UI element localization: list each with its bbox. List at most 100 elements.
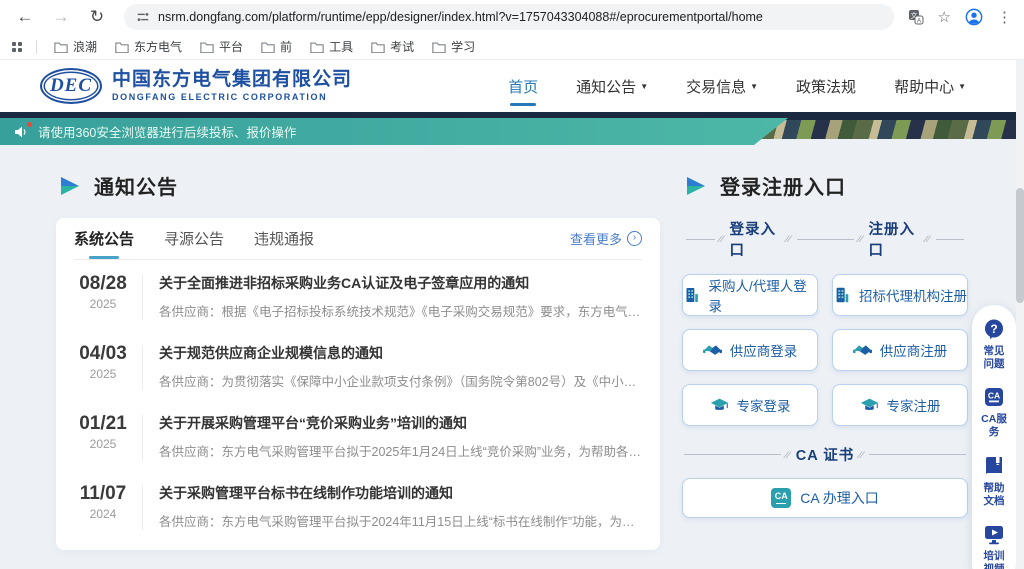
floating-side-menu: ? 常见问题 CA CA服务 bbox=[972, 305, 1016, 569]
notice-list-item[interactable]: 11/07 2024 关于采购管理平台标书在线制作功能培训的通知 各供应商：东方… bbox=[74, 470, 642, 540]
divider bbox=[142, 275, 143, 320]
notice-desc: 各供应商：根据《电子招标投标系统技术规范》《电子采购交易规范》要求，东方电气采购… bbox=[159, 301, 642, 320]
nav-home[interactable]: 首页 bbox=[508, 76, 538, 97]
supplier-register-button[interactable]: 供应商注册 bbox=[832, 329, 968, 371]
reload-button[interactable]: ↻ bbox=[84, 4, 110, 30]
divider bbox=[142, 345, 143, 390]
chevron-down-icon: ▼ bbox=[750, 82, 758, 91]
svg-text:A: A bbox=[916, 18, 921, 25]
dec-logo-oval: DEC bbox=[40, 68, 102, 104]
chevron-down-icon: ▼ bbox=[640, 82, 648, 91]
bookmark-star-icon[interactable]: ☆ bbox=[938, 8, 951, 26]
help-doc-icon bbox=[982, 454, 1006, 478]
site-settings-icon[interactable] bbox=[136, 10, 150, 24]
divider bbox=[142, 485, 143, 530]
building-icon bbox=[833, 286, 851, 304]
notice-desc: 各供应商：为贯彻落实《保障中小企业款项支付条例》（国务院令第802号）及《中小企… bbox=[159, 371, 642, 390]
notice-list-item[interactable]: 08/28 2025 关于全面推进非招标采购业务CA认证及电子签章应用的通知 各… bbox=[74, 260, 642, 330]
notice-list-item[interactable]: 04/03 2025 关于规范供应商企业规模信息的通知 各供应商：为贯彻落实《保… bbox=[74, 330, 642, 400]
purchaser-agent-login-button[interactable]: 采购人/代理人登录 bbox=[682, 274, 818, 316]
expert-register-button[interactable]: 专家注册 bbox=[832, 384, 968, 426]
notice-date: 01/21 2025 bbox=[74, 413, 132, 451]
ca-icon: CA bbox=[982, 385, 1006, 409]
bookmark-folder[interactable]: 平台 bbox=[200, 38, 243, 55]
ca-service-shortcut[interactable]: CA CA服务 bbox=[972, 385, 1016, 439]
nav-policies[interactable]: 政策法规 bbox=[796, 76, 856, 97]
handshake-icon bbox=[703, 342, 722, 359]
bookmark-folder[interactable]: 浪潮 bbox=[54, 38, 97, 55]
chrome-menu-icon[interactable]: ⋮ bbox=[997, 8, 1012, 26]
bidding-agency-register-button[interactable]: 招标代理机构注册 bbox=[832, 274, 968, 316]
site-header: DEC 中国东方电气集团有限公司 DONGFANG ELECTRIC CORPO… bbox=[0, 60, 1024, 112]
bookmark-folder[interactable]: 学习 bbox=[432, 38, 475, 55]
notice-title[interactable]: 关于开展采购管理平台“竞价采购业务”培训的通知 bbox=[159, 413, 642, 433]
login-group-label: ⁄⁄ 登录入口 ⁄⁄ bbox=[686, 218, 825, 260]
section-title: 通知公告 bbox=[94, 171, 178, 200]
tab-system-notices[interactable]: 系统公告 bbox=[74, 218, 134, 259]
section-title: 登录注册入口 bbox=[720, 171, 846, 200]
divider bbox=[142, 415, 143, 460]
notice-date: 11/07 2024 bbox=[74, 483, 132, 521]
browser-toolbar: ← → ↻ nsrm.dongfang.com/platform/runtime… bbox=[0, 0, 1024, 34]
view-more-link[interactable]: 查看更多 › bbox=[570, 229, 642, 248]
help-docs-shortcut[interactable]: 帮助文档 bbox=[972, 454, 1016, 508]
ca-group-label: ⁄⁄ CA 证书 ⁄⁄ bbox=[684, 444, 966, 465]
group-labels: ⁄⁄ 登录入口 ⁄⁄ ⁄⁄ 注册入口 ⁄⁄ bbox=[686, 218, 964, 260]
notice-title[interactable]: 关于采购管理平台标书在线制作功能培训的通知 bbox=[159, 483, 642, 503]
login-section-header: 登录注册入口 bbox=[686, 171, 968, 200]
notice-title[interactable]: 关于规范供应商企业规模信息的通知 bbox=[159, 343, 642, 363]
question-icon: ? bbox=[982, 317, 1006, 341]
nav-trade-info[interactable]: 交易信息 ▼ bbox=[686, 76, 758, 97]
speaker-icon bbox=[14, 125, 30, 139]
notices-card: 系统公告 寻源公告 违规通报 查看更多 › 08/28 bbox=[56, 218, 660, 550]
svg-text:?: ? bbox=[990, 322, 997, 336]
svg-text:CA: CA bbox=[988, 391, 1000, 401]
register-group-label: ⁄⁄ 注册入口 ⁄⁄ bbox=[825, 218, 964, 260]
address-bar[interactable]: nsrm.dongfang.com/platform/runtime/epp/d… bbox=[124, 4, 894, 30]
bookmark-folder[interactable]: 前 bbox=[261, 38, 292, 55]
bookmark-folder[interactable]: 考试 bbox=[371, 38, 414, 55]
scrollbar-thumb[interactable] bbox=[1016, 188, 1024, 303]
nav-help-center[interactable]: 帮助中心 ▼ bbox=[894, 76, 966, 97]
translate-icon[interactable]: 文 A bbox=[908, 9, 924, 25]
graduation-cap-icon bbox=[860, 397, 879, 414]
notice-date: 04/03 2025 bbox=[74, 343, 132, 381]
notice-list-item[interactable]: 01/21 2025 关于开展采购管理平台“竞价采购业务”培训的通知 各供应商：… bbox=[74, 400, 642, 470]
building-icon bbox=[683, 286, 700, 304]
training-videos-shortcut[interactable]: 培训视频 bbox=[972, 522, 1016, 569]
supplier-login-button[interactable]: 供应商登录 bbox=[682, 329, 818, 371]
expert-login-button[interactable]: 专家登录 bbox=[682, 384, 818, 426]
section-arrow-icon bbox=[60, 177, 80, 195]
chevron-down-icon: ▼ bbox=[958, 82, 966, 91]
back-button[interactable]: ← bbox=[12, 4, 38, 30]
ca-apply-button[interactable]: CA CA 办理入口 bbox=[682, 478, 968, 518]
faq-shortcut[interactable]: ? 常见问题 bbox=[972, 317, 1016, 371]
company-name-en: DONGFANG ELECTRIC CORPORATION bbox=[112, 92, 352, 102]
nav-notices[interactable]: 通知公告 ▼ bbox=[576, 76, 648, 97]
url-text[interactable]: nsrm.dongfang.com/platform/runtime/epp/d… bbox=[158, 10, 763, 24]
notice-title[interactable]: 关于全面推进非招标采购业务CA认证及电子签章应用的通知 bbox=[159, 273, 642, 293]
forward-button[interactable]: → bbox=[48, 4, 74, 30]
bookmark-folder[interactable]: 工具 bbox=[310, 38, 353, 55]
section-arrow-icon bbox=[686, 177, 706, 195]
page-content: 通知公告 系统公告 寻源公告 违规通报 查看更多 › bbox=[0, 145, 1024, 569]
page-scrollbar[interactable] bbox=[1016, 60, 1024, 569]
divider bbox=[36, 40, 37, 54]
apps-grid-icon[interactable] bbox=[12, 42, 22, 52]
notice-tabs: 系统公告 寻源公告 违规通报 查看更多 › bbox=[74, 218, 642, 260]
profile-avatar-icon[interactable] bbox=[965, 8, 983, 26]
graduation-cap-icon bbox=[710, 397, 729, 414]
tab-sourcing-notices[interactable]: 寻源公告 bbox=[164, 218, 224, 259]
ca-icon: CA bbox=[771, 488, 791, 508]
notice-bar-text: 请使用360安全浏览器进行后续投标、报价操作 bbox=[38, 122, 296, 141]
main-nav: 首页 通知公告 ▼ 交易信息 ▼ 政策法规 帮助中心 ▼ bbox=[508, 76, 966, 97]
handshake-icon bbox=[853, 342, 872, 359]
notice-desc: 各供应商：东方电气采购管理平台拟于2025年1月24日上线“竞价采购”业务，为帮… bbox=[159, 441, 642, 460]
alert-dot bbox=[27, 122, 32, 127]
tab-violation-reports[interactable]: 违规通报 bbox=[254, 218, 314, 259]
bookmark-folder[interactable]: 东方电气 bbox=[115, 38, 182, 55]
company-logo[interactable]: DEC 中国东方电气集团有限公司 DONGFANG ELECTRIC CORPO… bbox=[40, 68, 352, 104]
banner-strip: 请使用360安全浏览器进行后续投标、报价操作 bbox=[0, 112, 1024, 145]
notice-desc: 各供应商：东方电气采购管理平台拟于2024年11月15日上线“标书在线制作”功能… bbox=[159, 511, 642, 530]
browser-notice-ribbon: 请使用360安全浏览器进行后续投标、报价操作 bbox=[0, 118, 788, 145]
